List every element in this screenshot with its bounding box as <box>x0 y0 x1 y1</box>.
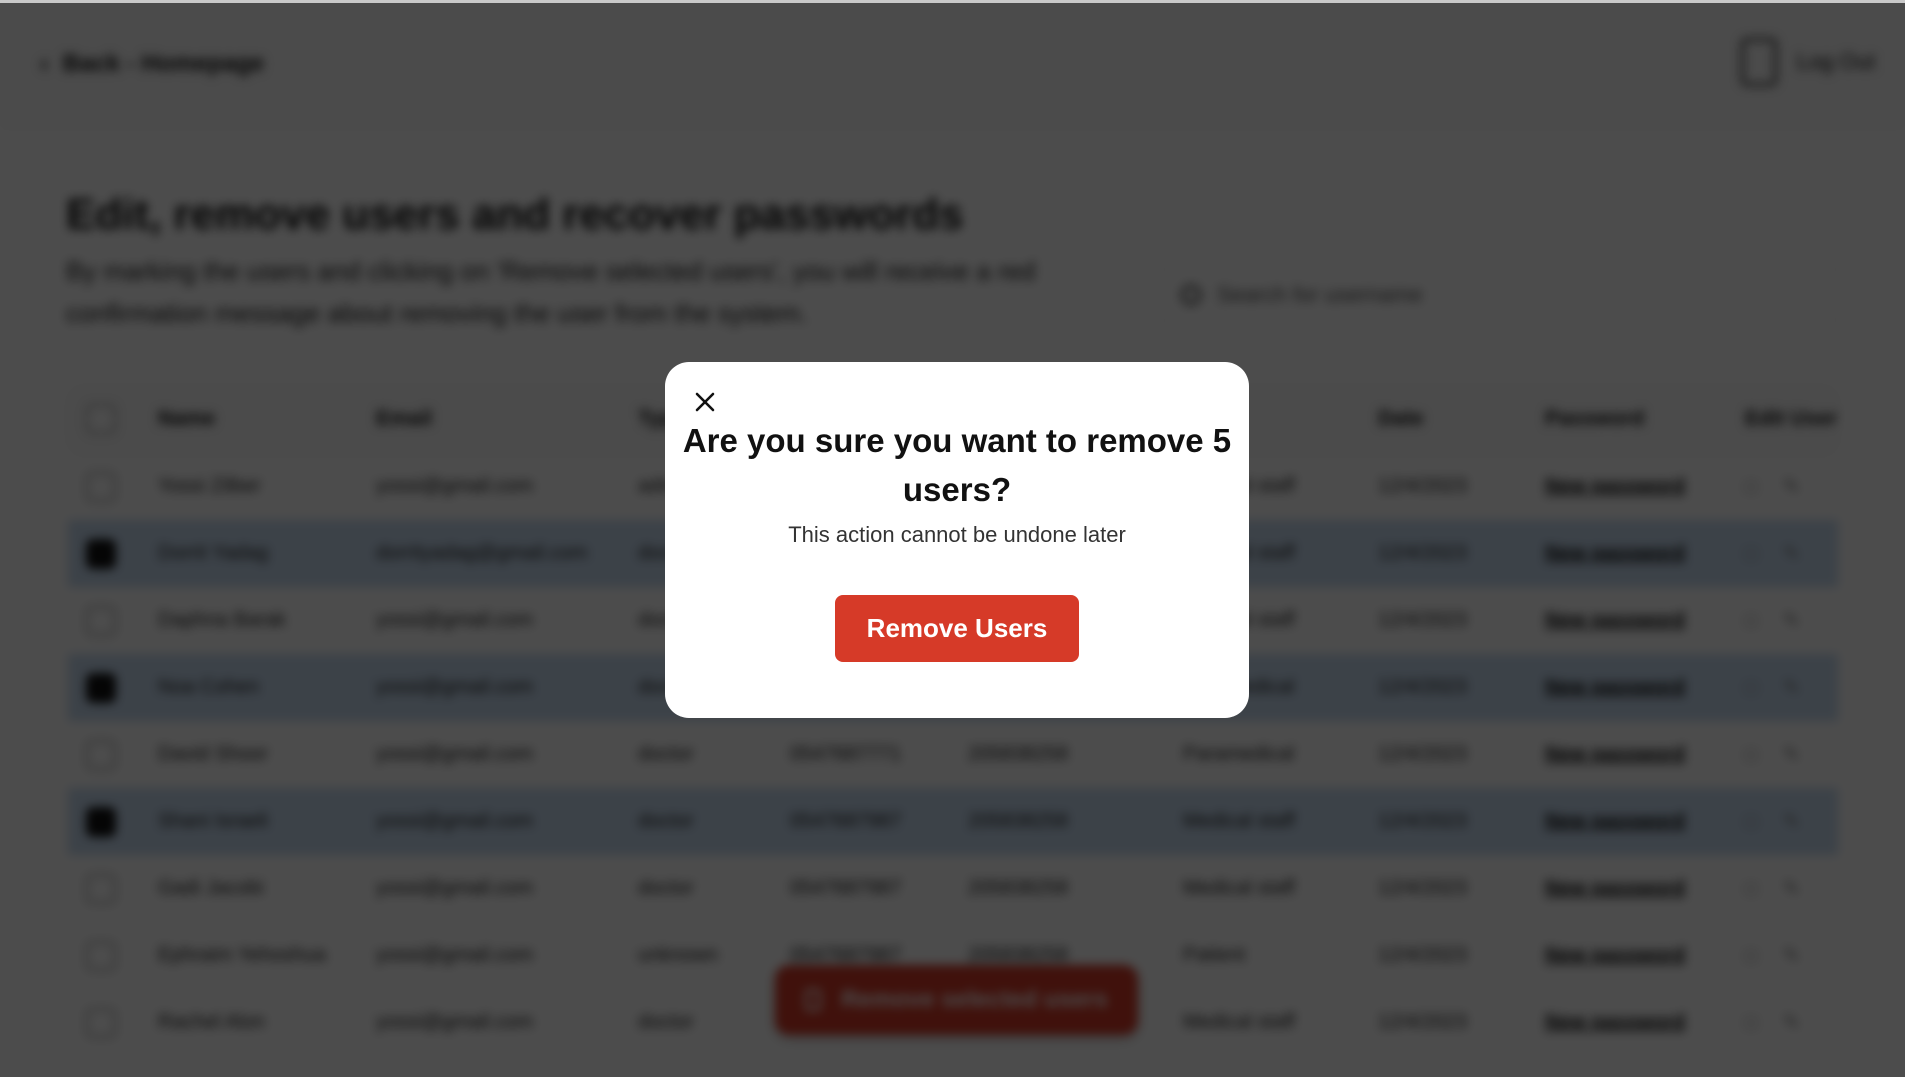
dialog-title: Are you sure you want to remove 5 users? <box>682 422 1232 508</box>
dialog-message: This action cannot be undone later <box>788 522 1126 547</box>
browser-top-edge <box>0 0 1905 3</box>
confirm-remove-dialog: Are you sure you want to remove 5 users?… <box>665 362 1249 718</box>
remove-users-button[interactable]: Remove Users <box>835 595 1079 662</box>
close-icon[interactable] <box>689 386 721 418</box>
